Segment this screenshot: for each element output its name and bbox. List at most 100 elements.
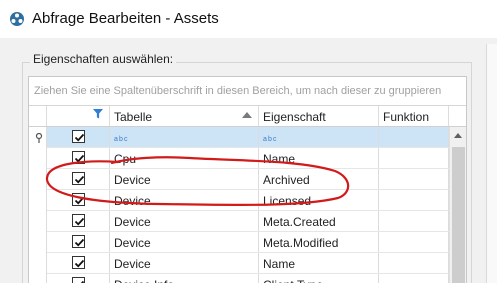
row-eigenschaft-cell[interactable]: Licensed — [259, 190, 379, 210]
row-funktion-cell[interactable] — [379, 253, 449, 273]
table-row[interactable]: Device.Info Client.Type — [29, 274, 449, 283]
row-checkbox[interactable] — [72, 151, 85, 164]
row-indicator[interactable] — [29, 253, 47, 274]
svg-text:c: c — [273, 136, 277, 143]
row-indicator[interactable] — [29, 190, 47, 211]
row-indicator[interactable] — [29, 148, 47, 169]
table-row[interactable]: Device Meta.Modified — [29, 232, 449, 253]
svg-text:b: b — [119, 136, 123, 143]
row-select-cell[interactable] — [47, 169, 110, 189]
row-checkbox[interactable] — [72, 193, 85, 206]
header-funktion[interactable]: Funktion — [379, 106, 449, 126]
row-tabelle-value: Device.Info — [114, 278, 174, 283]
row-tabelle-value: Device — [114, 257, 151, 271]
row-eigenschaft-cell[interactable]: Meta.Created — [259, 211, 379, 231]
vertical-scrollbar[interactable] — [449, 127, 466, 283]
row-select-cell[interactable] — [47, 232, 110, 252]
row-funktion-cell[interactable] — [379, 169, 449, 189]
row-tabelle-value: Device — [114, 236, 151, 250]
window-title: Abfrage Bearbeiten - Assets — [32, 10, 219, 27]
group-by-panel[interactable]: Ziehen Sie eine Spaltenüberschrift in di… — [29, 77, 466, 106]
header-select-column[interactable] — [47, 106, 110, 126]
table-row[interactable]: Cpu Name — [29, 148, 449, 169]
row-indicator[interactable] — [29, 232, 47, 253]
title-bar[interactable]: Abfrage Bearbeiten - Assets — [0, 0, 497, 38]
header-tabelle[interactable]: Tabelle — [110, 106, 259, 126]
filter-cell-select[interactable] — [47, 127, 110, 147]
properties-grid: Ziehen Sie eine Spaltenüberschrift in di… — [28, 76, 467, 283]
header-eigenschaft-label: Eigenschaft — [263, 110, 326, 124]
svg-text:a: a — [114, 136, 118, 143]
table-row[interactable]: Device Name — [29, 253, 449, 274]
filter-checkbox[interactable] — [72, 130, 85, 143]
row-tabelle-cell[interactable]: Device.Info — [110, 274, 259, 283]
header-indicator-cell — [29, 106, 47, 126]
row-tabelle-value: Device — [114, 173, 151, 187]
chevron-up-icon — [454, 133, 462, 138]
scroll-thumb[interactable] — [452, 147, 465, 283]
row-checkbox[interactable] — [72, 172, 85, 185]
row-eigenschaft-value: Meta.Created — [263, 215, 336, 229]
row-tabelle-cell[interactable]: Device — [110, 211, 259, 231]
filter-cell-funktion[interactable] — [379, 127, 449, 147]
row-tabelle-value: Device — [114, 215, 151, 229]
auto-filter-row[interactable]: a b c a b c — [29, 127, 449, 148]
row-tabelle-cell[interactable]: Device — [110, 190, 259, 210]
row-select-cell[interactable] — [47, 148, 110, 168]
header-eigenschaft[interactable]: Eigenschaft — [259, 106, 379, 126]
table-row[interactable]: Device Meta.Created — [29, 211, 449, 232]
filter-row-indicator — [29, 127, 47, 148]
table-row[interactable]: Device Archived — [29, 169, 449, 190]
row-select-cell[interactable] — [47, 253, 110, 273]
row-checkbox[interactable] — [72, 277, 85, 283]
row-select-cell[interactable] — [47, 274, 110, 283]
row-eigenschaft-cell[interactable]: Archived — [259, 169, 379, 189]
row-funktion-cell[interactable] — [379, 232, 449, 252]
abc-text-filter-icon: a b c — [263, 136, 277, 143]
svg-text:b: b — [268, 136, 272, 143]
row-funktion-cell[interactable] — [379, 148, 449, 168]
row-funktion-cell[interactable] — [379, 274, 449, 283]
svg-text:c: c — [124, 136, 128, 143]
row-eigenschaft-value: Client.Type — [263, 278, 323, 283]
header-tabelle-label: Tabelle — [114, 110, 153, 124]
row-eigenschaft-value: Meta.Modified — [263, 236, 339, 250]
scroll-up-button[interactable] — [450, 127, 466, 144]
abc-text-filter-icon: a b c — [114, 136, 128, 143]
filter-cell-tabelle[interactable]: a b c — [110, 127, 259, 147]
app-logo-icon — [10, 12, 24, 26]
filter-cell-eigenschaft[interactable]: a b c — [259, 127, 379, 147]
row-eigenschaft-cell[interactable]: Name — [259, 148, 379, 168]
row-indicator[interactable] — [29, 211, 47, 232]
svg-text:a: a — [263, 136, 267, 143]
row-tabelle-cell[interactable]: Cpu — [110, 148, 259, 168]
row-select-cell[interactable] — [47, 190, 110, 210]
row-tabelle-value: Device — [114, 194, 151, 208]
row-tabelle-cell[interactable]: Device — [110, 169, 259, 189]
row-indicator[interactable] — [29, 274, 47, 283]
row-tabelle-value: Cpu — [114, 152, 137, 166]
table-row[interactable]: Device Licensed — [29, 190, 449, 211]
row-tabelle-cell[interactable]: Device — [110, 232, 259, 252]
row-funktion-cell[interactable] — [379, 190, 449, 210]
row-indicator[interactable] — [29, 169, 47, 190]
row-eigenschaft-value: Archived — [263, 173, 310, 187]
row-eigenschaft-cell[interactable]: Client.Type — [259, 274, 379, 283]
row-eigenschaft-cell[interactable]: Meta.Modified — [259, 232, 379, 252]
row-select-cell[interactable] — [47, 211, 110, 231]
dialog-window: Abfrage Bearbeiten - Assets Eigenschafte… — [0, 0, 497, 283]
pin-icon — [35, 133, 43, 143]
row-funktion-cell[interactable] — [379, 211, 449, 231]
row-tabelle-cell[interactable]: Device — [110, 253, 259, 273]
sort-ascending-icon — [242, 112, 252, 118]
grid-header: Tabelle Eigenschaft Funktion — [29, 106, 466, 127]
group-by-hint: Ziehen Sie eine Spaltenüberschrift in di… — [34, 85, 442, 97]
row-eigenschaft-value: Name — [263, 257, 296, 271]
row-eigenschaft-cell[interactable]: Name — [259, 253, 379, 273]
row-eigenschaft-value: Licensed — [263, 194, 312, 208]
row-checkbox[interactable] — [72, 214, 85, 227]
row-checkbox[interactable] — [72, 235, 85, 248]
filter-funnel-icon[interactable] — [93, 109, 103, 119]
groupbox-label: Eigenschaften auswählen: — [30, 52, 177, 66]
row-checkbox[interactable] — [72, 256, 85, 269]
